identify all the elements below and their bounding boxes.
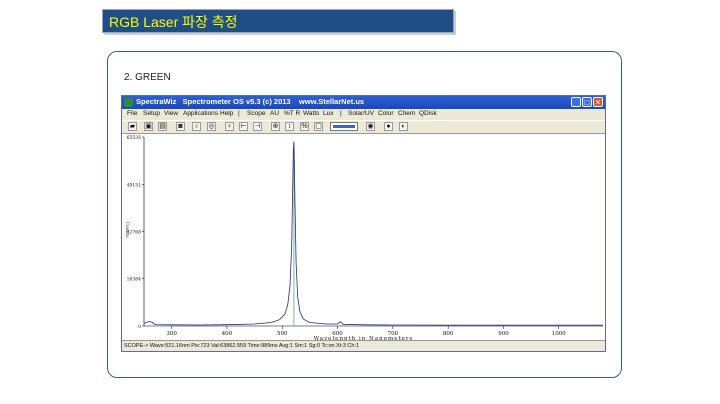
- cursor-right-icon[interactable]: ⊣: [253, 122, 262, 131]
- camera-icon[interactable]: ◙: [176, 122, 185, 131]
- print-icon[interactable]: ▤: [158, 122, 167, 131]
- toolbar: ▰ ▣ ▤ ◙ ○ ◎ ♀ ⊢ ⊣ ⊕ ↕ % ▢ ◉ ● ◐: [122, 120, 605, 133]
- menu-separator: |: [238, 110, 240, 117]
- status-bar: SCOPE-> Wave:521.16nm Pix:723 Val:63862.…: [122, 340, 605, 350]
- menu-view[interactable]: View: [164, 110, 178, 117]
- y-tick-label: 49151: [127, 182, 141, 188]
- clipboard-icon[interactable]: ▢: [314, 122, 323, 131]
- menu-file[interactable]: File: [127, 110, 137, 117]
- close-button[interactable]: ✕: [593, 97, 603, 107]
- x-tick-label: 400: [222, 331, 233, 337]
- menu-scope[interactable]: Scope: [247, 110, 265, 117]
- menu-color[interactable]: Color: [378, 110, 394, 117]
- x-tick-label: 300: [166, 331, 177, 337]
- color-wheel-icon[interactable]: ◉: [366, 122, 375, 131]
- x-tick-label: 500: [277, 331, 288, 337]
- spectrawiz-window: SpectraWiz Spectrometer OS v5.3 (c) 2013…: [121, 95, 606, 352]
- spectrum-series-line: [143, 141, 603, 326]
- window-title: SpectraWiz Spectrometer OS v5.3 (c) 2013…: [136, 97, 365, 106]
- palette-icon[interactable]: ◐: [399, 122, 408, 131]
- section-subtitle: 2. GREEN: [124, 72, 171, 83]
- integration-slider[interactable]: [330, 122, 358, 131]
- measure-icon[interactable]: ↕: [285, 122, 294, 131]
- y-tick-label: 0: [138, 324, 141, 330]
- x-tick-label: 1000: [552, 331, 566, 337]
- bulb-icon[interactable]: ○: [192, 122, 201, 131]
- cursor-left-icon[interactable]: ⊢: [239, 122, 248, 131]
- menu-setup[interactable]: Setup: [143, 110, 160, 117]
- menu-watts[interactable]: Watts: [303, 110, 319, 117]
- menu-chem[interactable]: Chem: [398, 110, 415, 117]
- y-axis-label: Counts: [124, 222, 130, 239]
- menu-help[interactable]: Help: [220, 110, 233, 117]
- spectrum-plot-area[interactable]: 300 400 500 600 700 800 900 1000 0 16384 32768 4915…: [122, 133, 605, 342]
- slide-title: RGB Laser 파장 측정: [109, 14, 238, 30]
- minimize-button[interactable]: _: [571, 97, 581, 107]
- percent-icon[interactable]: %: [300, 122, 309, 131]
- menu-percent-t-r[interactable]: %T R: [284, 110, 300, 117]
- menu-bar: File Setup View Applications Help | Scop…: [122, 109, 605, 119]
- palette-icon[interactable]: ●: [384, 122, 393, 131]
- zoom-icon[interactable]: ⊕: [271, 122, 280, 131]
- app-icon: [124, 98, 133, 107]
- y-tick-label: 65535: [127, 135, 141, 141]
- slide-title-bar: RGB Laser 파장 측정: [102, 9, 454, 33]
- menu-applications[interactable]: Applications: [183, 110, 218, 117]
- menu-qdisk[interactable]: QDisk: [419, 110, 437, 117]
- save-icon[interactable]: ▣: [144, 122, 153, 131]
- menu-solar-uv[interactable]: Solar/UV: [348, 110, 374, 117]
- menu-separator: |: [340, 110, 342, 117]
- target-icon[interactable]: ◎: [207, 122, 216, 131]
- y-tick-label: 16384: [127, 277, 141, 283]
- window-title-bar[interactable]: SpectraWiz Spectrometer OS v5.3 (c) 2013…: [122, 96, 605, 109]
- spectrum-chart: 300 400 500 600 700 800 900 1000016384327684915…: [124, 135, 604, 342]
- x-tick-label: 800: [443, 331, 454, 337]
- maximize-button[interactable]: □: [582, 97, 592, 107]
- menu-au[interactable]: AU: [270, 110, 279, 117]
- bulb-icon[interactable]: ♀: [225, 122, 234, 131]
- x-tick-label: 900: [498, 331, 509, 337]
- menu-lux[interactable]: Lux: [323, 110, 333, 117]
- open-icon[interactable]: ▰: [128, 122, 137, 131]
